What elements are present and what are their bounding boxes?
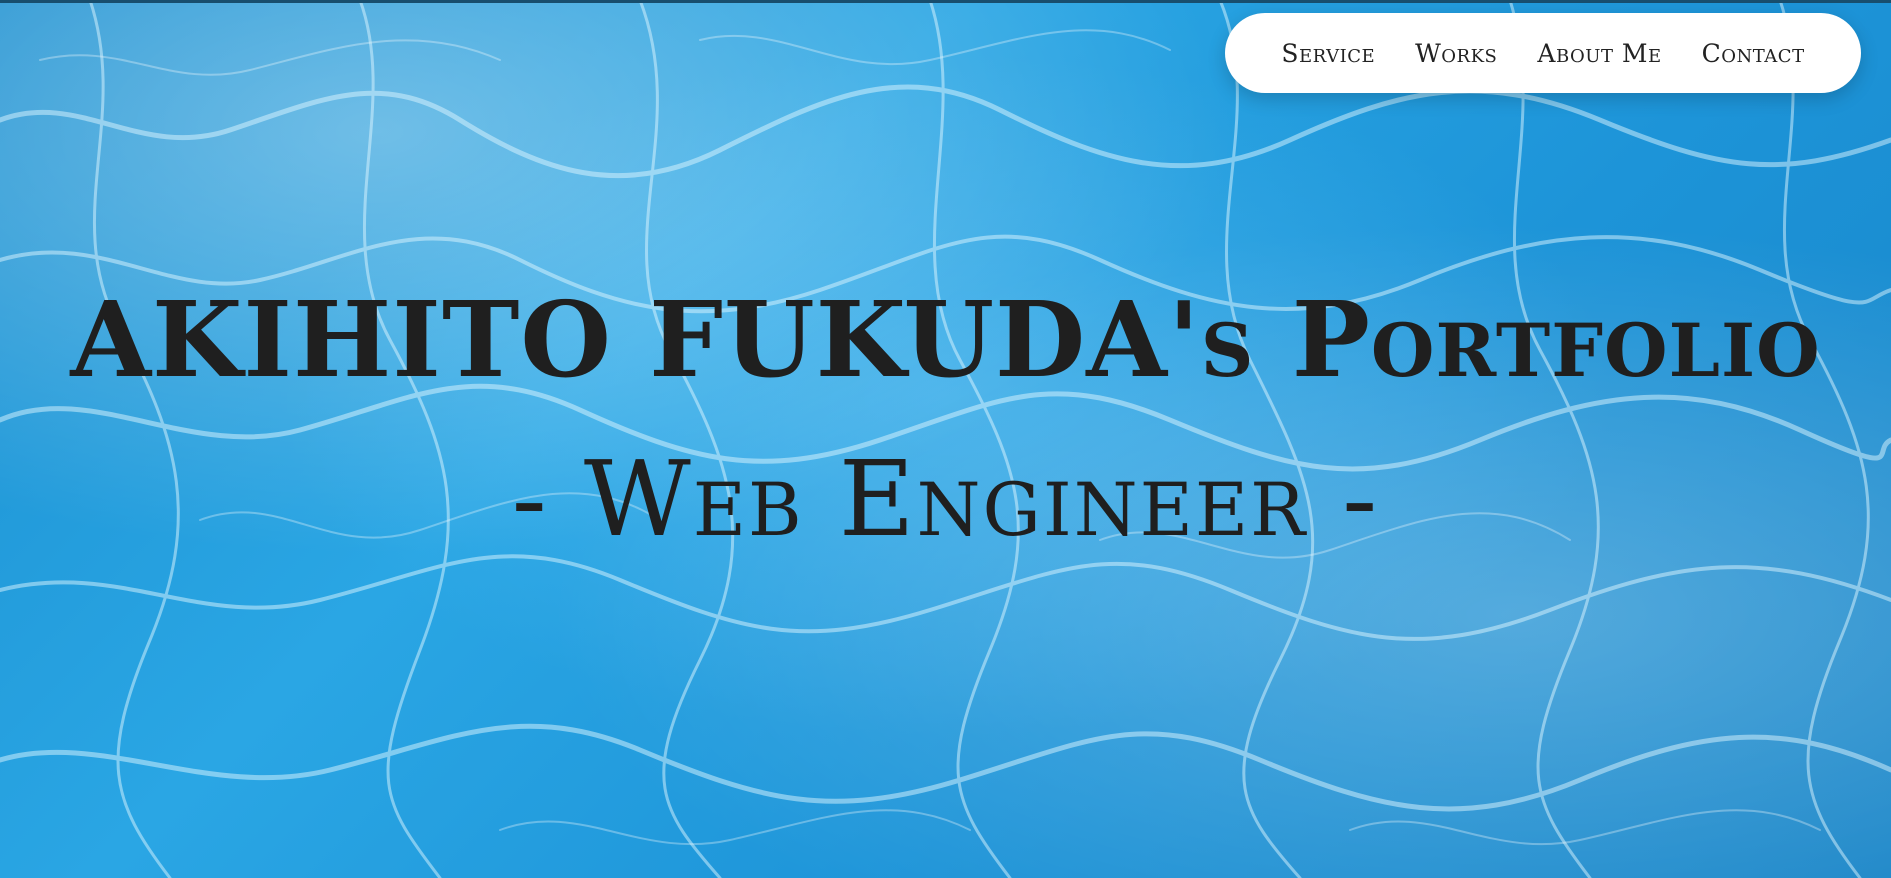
nav-item-works[interactable]: Works — [1415, 39, 1497, 68]
main-nav: Service Works About Me Contact — [1225, 13, 1861, 93]
hero-section: Service Works About Me Contact AKIHITO F… — [0, 0, 1891, 878]
nav-item-service[interactable]: Service — [1281, 39, 1375, 68]
hero-subtitle: - Web Engineer - — [511, 438, 1380, 560]
nav-item-about-me[interactable]: About Me — [1537, 39, 1661, 68]
nav-item-contact[interactable]: Contact — [1702, 39, 1805, 68]
top-border — [0, 0, 1891, 3]
hero-title: AKIHITO FUKUDA's Portfolio — [70, 278, 1821, 401]
